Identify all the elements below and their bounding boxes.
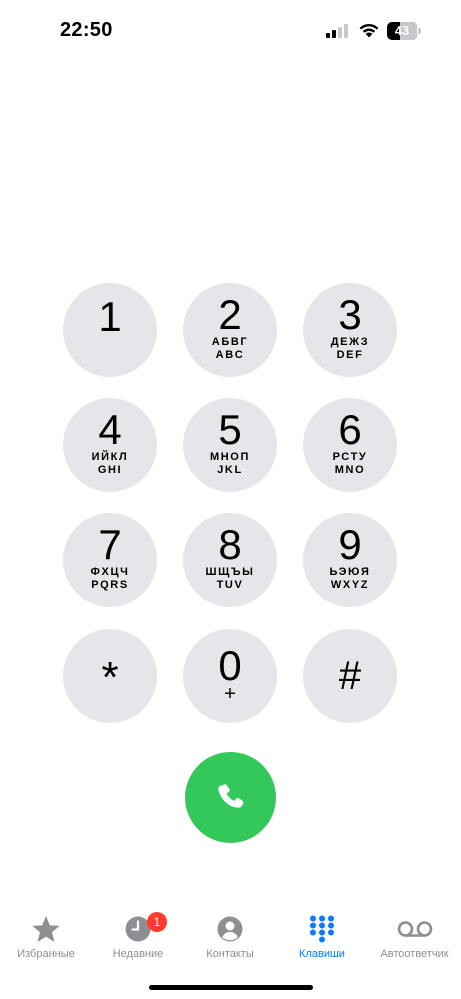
key-digit: 1 — [98, 293, 122, 340]
phone-icon — [218, 784, 244, 808]
key-digit: 6 — [338, 406, 362, 453]
key-2[interactable]: 2 АБВГ ABC — [183, 283, 277, 377]
key-7[interactable]: 7 ФХЦЧ PQRS — [63, 513, 157, 607]
tab-voicemail[interactable]: Автоответчик — [368, 905, 461, 965]
status-bar: 22:50 43 — [0, 0, 461, 60]
key-letters-ru: ЬЭЮЯ — [329, 566, 371, 578]
battery-level: 43 — [394, 23, 410, 38]
key-digit: 5 — [218, 406, 242, 453]
key-letters-en: PQRS — [91, 579, 129, 591]
key-digit: 0 — [218, 642, 242, 689]
key-letters-en: DEF — [336, 349, 364, 361]
wifi-icon — [358, 22, 380, 38]
key-0[interactable]: 0 + — [183, 629, 277, 723]
key-3[interactable]: 3 ДЕЖЗ DEF — [303, 283, 397, 377]
home-indicator[interactable] — [149, 985, 313, 990]
key-digit: 2 — [218, 291, 242, 338]
key-letters-ru: РСТУ — [332, 451, 368, 463]
key-digit: 9 — [338, 521, 362, 568]
key-1[interactable]: 1 — [63, 283, 157, 377]
star-icon — [32, 916, 60, 942]
key-letters-ru: ФХЦЧ — [90, 566, 130, 578]
key-letters-ru: АБВГ — [211, 336, 249, 348]
battery-icon: 43 — [387, 22, 421, 40]
key-letters-en: WXYZ — [330, 579, 370, 591]
key-9[interactable]: 9 ЬЭЮЯ WXYZ — [303, 513, 397, 607]
key-6[interactable]: 6 РСТУ MNO — [303, 398, 397, 492]
key-hash[interactable]: # — [303, 629, 397, 723]
key-digit: 7 — [98, 521, 122, 568]
key-letters-en: MNO — [334, 464, 366, 476]
tab-contacts[interactable]: Контакты — [184, 905, 276, 965]
key-digit: 4 — [98, 406, 122, 453]
key-letters-en: GHI — [97, 464, 123, 476]
key-plus-label: + — [224, 683, 236, 705]
tab-favorites[interactable]: Избранные — [0, 905, 92, 965]
cellular-signal-icon — [326, 24, 350, 38]
key-letters-ru: ИЙКЛ — [91, 451, 129, 463]
voicemail-icon — [397, 921, 432, 937]
key-letters-en: ABC — [215, 349, 245, 361]
keypad-icon — [310, 915, 334, 943]
key-4[interactable]: 4 ИЙКЛ GHI — [63, 398, 157, 492]
key-letters-ru: ДЕЖЗ — [330, 336, 370, 348]
key-letters-ru: МНОП — [210, 451, 250, 463]
tab-label: Избранные — [17, 948, 75, 960]
key-digit: * — [101, 653, 119, 702]
tab-recents[interactable]: Недавние — [92, 905, 184, 965]
key-letters-en: TUV — [216, 579, 244, 591]
tab-label: Автоответчик — [380, 948, 449, 960]
key-letters-en: JKL — [217, 464, 243, 476]
recents-badge: 1 — [147, 912, 167, 932]
call-button[interactable] — [185, 752, 276, 843]
key-digit: 8 — [218, 521, 242, 568]
key-star[interactable]: * — [63, 629, 157, 723]
key-digit: 3 — [338, 291, 362, 338]
person-icon — [217, 916, 243, 942]
status-time: 22:50 — [60, 19, 113, 41]
key-letters-ru: ШЩЪЫ — [205, 566, 255, 578]
key-8[interactable]: 8 ШЩЪЫ TUV — [183, 513, 277, 607]
key-digit: # — [338, 654, 362, 698]
tab-keypad[interactable]: Клавиши — [276, 905, 368, 965]
tab-label: Клавиши — [299, 948, 345, 960]
key-5[interactable]: 5 МНОП JKL — [183, 398, 277, 492]
tab-label: Недавние — [112, 948, 164, 960]
tab-label: Контакты — [206, 948, 254, 960]
